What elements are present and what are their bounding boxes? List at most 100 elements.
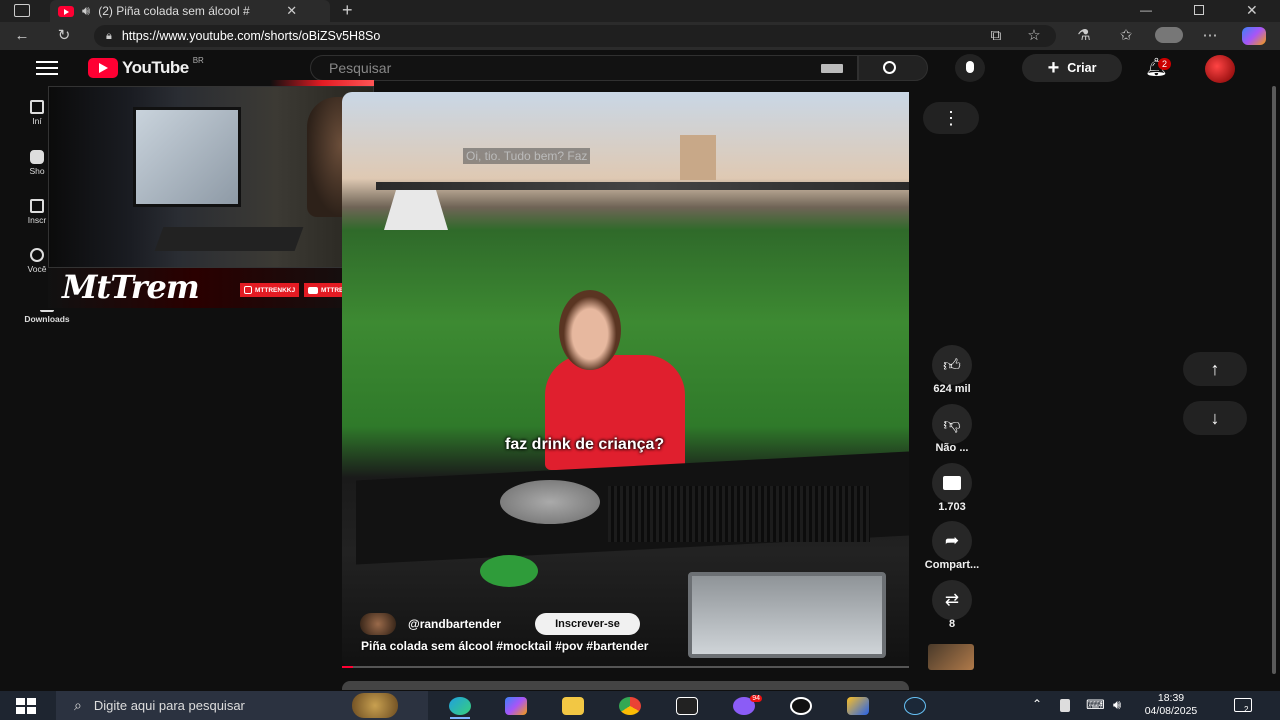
taskbar-search-placeholder: Digite aqui para pesquisar: [93, 698, 245, 713]
video-progress-bar[interactable]: [342, 666, 909, 668]
minimize-icon[interactable]: —: [1140, 3, 1152, 17]
browser-tab-active[interactable]: 🔊︎ (2) Piña colada sem álcool # ✕: [50, 0, 330, 22]
audio-remix-thumbnail[interactable]: [928, 644, 974, 670]
taskbar-steam[interactable]: [895, 693, 935, 719]
instagram-icon: [244, 286, 252, 294]
search-icon: ⌕: [74, 697, 82, 713]
taskbar-file-explorer[interactable]: [553, 693, 593, 719]
next-short-preview[interactable]: [342, 681, 909, 690]
share-button[interactable]: ➦: [932, 521, 972, 561]
favorites-icon[interactable]: ✩: [1116, 26, 1136, 46]
refresh-icon[interactable]: ↻: [54, 26, 74, 46]
taskbar-editor[interactable]: [838, 693, 878, 719]
video-progress-fill: [342, 666, 354, 668]
video-sky-buildings: [680, 135, 716, 180]
notification-center-count: 2: [1244, 705, 1249, 714]
video-lime: [480, 555, 538, 587]
search-button[interactable]: [858, 55, 928, 81]
url-text: https://www.youtube.com/shorts/oBiZSv5H8…: [121, 29, 381, 43]
chat-badge: 94: [750, 695, 762, 702]
subscribe-button[interactable]: Inscrever-se: [535, 613, 640, 635]
instagram-handle: MTTRENKKJ: [255, 286, 296, 294]
more-menu-icon[interactable]: ⋯: [1200, 26, 1220, 46]
sidebar-item-label: Sho: [29, 166, 45, 176]
youtube-logo-icon: [88, 58, 118, 78]
taskbar-copilot[interactable]: [496, 693, 536, 719]
notifications-badge: 2: [1158, 58, 1172, 70]
comments-count: 1.703: [938, 501, 966, 513]
share-label: Compart...: [924, 559, 980, 571]
windows-taskbar: ⌕ Digite aqui para pesquisar 94 ⌃ ⌨ 🔊︎ 1…: [0, 691, 1280, 720]
youtube-header: YouTube BR Pesquisar + Criar 🔔︎: [0, 50, 1280, 86]
clock-date: 04/08/2025: [1144, 705, 1198, 717]
dislike-button[interactable]: 👎︎: [932, 404, 972, 444]
next-short-button[interactable]: ↓: [1183, 401, 1247, 435]
create-button[interactable]: + Criar: [1022, 54, 1122, 82]
copilot-icon[interactable]: [1242, 27, 1266, 45]
video-title[interactable]: Piña colada sem álcool #mocktail #pov #b…: [361, 639, 648, 653]
clock-time: 18:39: [1157, 692, 1185, 704]
comment-icon: [943, 476, 961, 490]
tray-chevron-icon[interactable]: ⌃: [1032, 697, 1042, 711]
window-close-icon[interactable]: ✕: [1246, 2, 1258, 19]
windows-start-icon[interactable]: [16, 698, 36, 714]
like-button[interactable]: 👍︎: [932, 345, 972, 385]
taskbar-clock[interactable]: 18:39 04/08/2025: [1140, 692, 1202, 718]
region-code: BR: [192, 56, 204, 65]
search-icon: [883, 61, 896, 74]
hamburger-menu-icon[interactable]: [36, 61, 58, 75]
youtube-favicon-icon: [58, 5, 74, 17]
sidebar-item-label: Downloads: [24, 314, 70, 324]
thumbs-up-icon: 👍︎: [943, 355, 961, 375]
create-label: Criar: [1067, 61, 1097, 75]
channel-avatar[interactable]: [360, 613, 396, 635]
account-avatar[interactable]: [1205, 55, 1235, 83]
speaker-icon[interactable]: 🔊︎: [82, 3, 90, 19]
tab-close-icon[interactable]: ✕: [286, 3, 297, 19]
channel-name[interactable]: @randbartender: [408, 617, 501, 631]
youtube-small-icon: [308, 286, 318, 294]
more-options-button[interactable]: ⋮: [923, 102, 979, 134]
back-icon[interactable]: ←: [12, 26, 32, 46]
restore-icon[interactable]: [1194, 5, 1204, 15]
sidebar-item-label: Inscr: [27, 215, 47, 225]
taskbar-capcut[interactable]: [667, 693, 707, 719]
plus-icon: +: [1047, 57, 1060, 79]
profile-icon[interactable]: [1155, 27, 1183, 43]
video-ice-bin: [688, 572, 886, 658]
tab-actions-icon[interactable]: [14, 4, 30, 17]
voice-search-button[interactable]: [955, 54, 985, 82]
favorite-star-icon[interactable]: ☆: [1024, 26, 1044, 46]
search-input[interactable]: Pesquisar: [310, 55, 858, 81]
instagram-tag: MTTRENKKJ: [240, 283, 300, 297]
address-bar[interactable]: 🔒︎ https://www.youtube.com/shorts/oBiZSv…: [94, 25, 1056, 47]
page-scrollbar[interactable]: [1272, 86, 1276, 674]
taskbar-search-box[interactable]: ⌕ Digite aqui para pesquisar: [56, 691, 428, 720]
share-arrow-icon: ➦: [944, 531, 960, 550]
comments-button[interactable]: [932, 463, 972, 503]
youtube-logo[interactable]: YouTube BR: [88, 56, 204, 78]
previous-short-button[interactable]: ↑: [1183, 352, 1247, 386]
taskbar-edge[interactable]: [440, 693, 480, 719]
video-top-caption: Oi, tio. Tudo bem? Faz: [463, 148, 591, 164]
volume-icon[interactable]: 🔊︎: [1113, 697, 1121, 713]
lock-icon: 🔒︎: [106, 29, 112, 42]
keyboard-icon[interactable]: [821, 64, 843, 73]
tray-device-icon[interactable]: [1060, 699, 1070, 712]
like-count: 624 mil: [933, 383, 971, 395]
network-icon[interactable]: ⌨: [1086, 697, 1105, 713]
shorts-icon: [30, 150, 44, 164]
remix-button[interactable]: ⇄: [932, 580, 972, 620]
overlay-red-stripe: [270, 80, 374, 86]
taskbar-chat-app[interactable]: 94: [724, 693, 764, 719]
new-tab-icon[interactable]: +: [342, 0, 353, 21]
video-bar-mat: [608, 486, 870, 542]
app-available-icon[interactable]: ⧉: [986, 26, 1006, 46]
extensions-icon[interactable]: ⚗: [1074, 26, 1094, 46]
taskbar-obs[interactable]: [781, 693, 821, 719]
sidebar-item-label: Iní: [32, 116, 42, 126]
search-highlight-icon: [352, 693, 398, 718]
you-icon: [30, 248, 44, 262]
notification-center-icon[interactable]: [1234, 698, 1252, 712]
taskbar-chrome[interactable]: [610, 693, 650, 719]
